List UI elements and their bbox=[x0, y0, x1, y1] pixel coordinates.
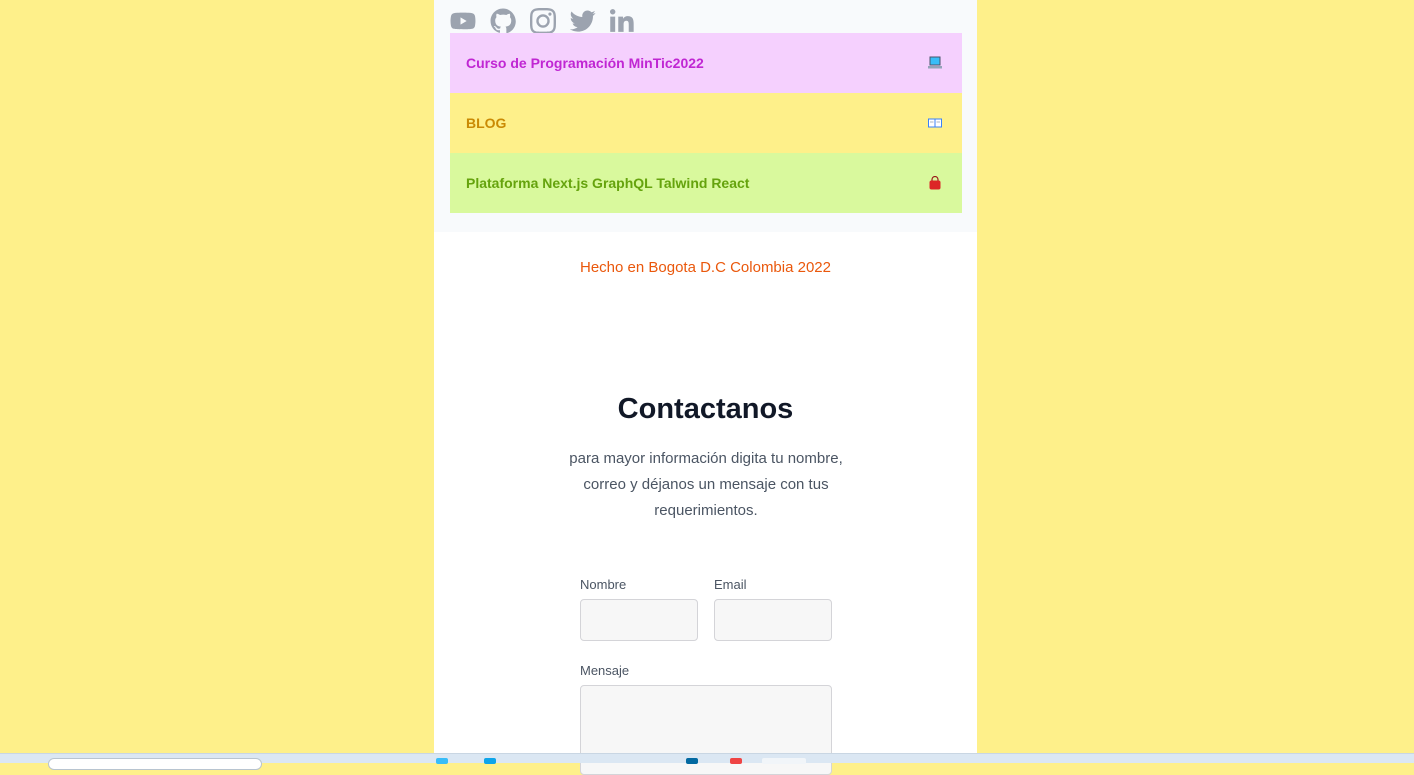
link-label: Plataforma Next.js GraphQL Talwind React bbox=[466, 175, 750, 191]
social-icons-row bbox=[450, 8, 636, 34]
link-platform-nextjs[interactable]: Plataforma Next.js GraphQL Talwind React bbox=[450, 153, 962, 213]
taskbar-app-icon[interactable] bbox=[436, 758, 448, 764]
taskbar-app-icon[interactable] bbox=[730, 758, 742, 764]
link-label: BLOG bbox=[466, 115, 507, 131]
contact-title: Contactanos bbox=[617, 393, 794, 425]
email-label: Email bbox=[714, 577, 747, 592]
youtube-icon[interactable] bbox=[450, 8, 476, 34]
links-list: Curso de Programación MinTic2022 BLOG Pl… bbox=[450, 33, 962, 213]
made-in-text: Hecho en Bogota D.C Colombia 2022 bbox=[580, 259, 831, 276]
message-label: Mensaje bbox=[580, 663, 630, 678]
instagram-icon[interactable] bbox=[530, 8, 556, 34]
open-book-icon bbox=[928, 116, 942, 130]
taskbar-active-app[interactable] bbox=[762, 758, 806, 764]
laptop-icon bbox=[928, 56, 942, 70]
shopping-bag-icon bbox=[928, 175, 942, 190]
taskbar-app-icon[interactable] bbox=[686, 758, 698, 764]
linkedin-icon[interactable] bbox=[610, 8, 636, 34]
twitter-icon[interactable] bbox=[570, 8, 596, 34]
links-section: Curso de Programación MinTic2022 BLOG Pl… bbox=[434, 0, 977, 232]
page-container: Curso de Programación MinTic2022 BLOG Pl… bbox=[434, 0, 977, 775]
name-label: Nombre bbox=[580, 577, 627, 592]
link-label: Curso de Programación MinTic2022 bbox=[466, 55, 704, 71]
name-input[interactable] bbox=[580, 599, 698, 641]
link-course-mintic[interactable]: Curso de Programación MinTic2022 bbox=[450, 33, 962, 93]
github-icon[interactable] bbox=[490, 8, 516, 34]
link-blog[interactable]: BLOG bbox=[450, 93, 962, 153]
contact-description: para mayor información digita tu nombre,… bbox=[569, 450, 843, 519]
email-input[interactable] bbox=[714, 599, 832, 641]
taskbar-search-box[interactable] bbox=[48, 758, 262, 770]
taskbar-app-icon[interactable] bbox=[484, 758, 496, 764]
